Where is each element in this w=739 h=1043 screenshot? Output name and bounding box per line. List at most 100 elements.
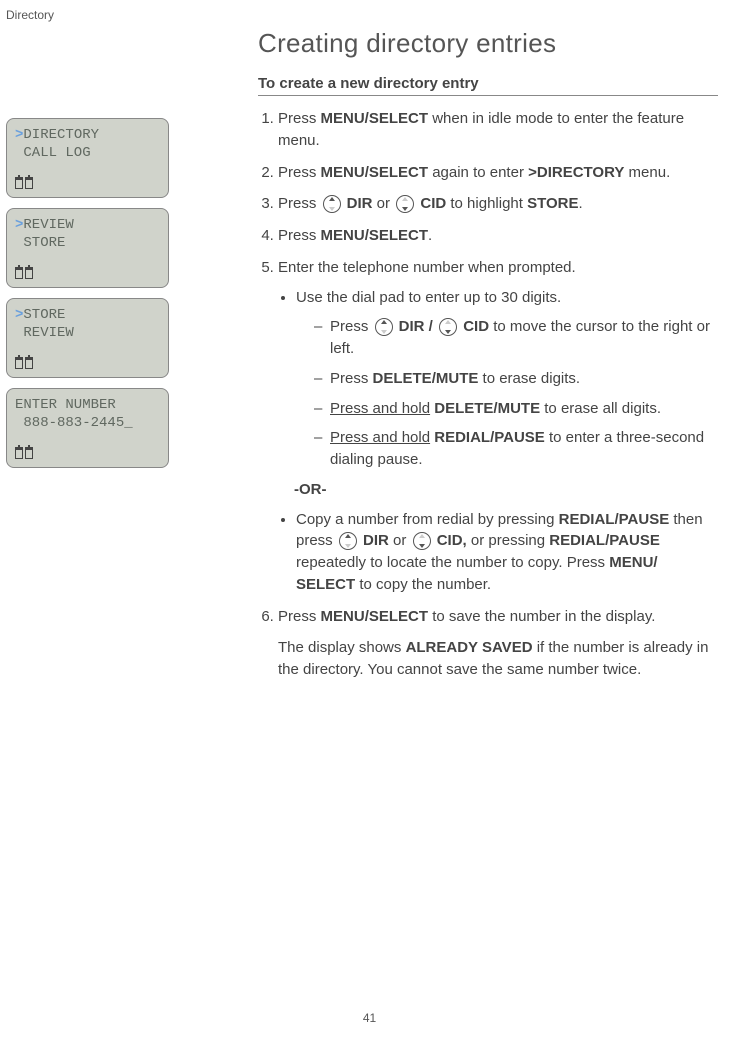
battery-icon [25,267,33,279]
lcd-line: STORE [23,307,65,323]
text-bold: CID [459,318,489,335]
step-3: Press DIR or CID to highlight STORE. [278,193,718,215]
text-bold: DIR [359,532,389,549]
text: Press [330,318,373,335]
bullet-redial: Copy a number from redial by pressing RE… [296,509,718,596]
lcd-screen-2: >REVIEW STORE [6,208,169,288]
text-bold: CID [416,195,446,212]
text-underline: Press and hold [330,400,430,417]
text-smallcaps: MENU [321,227,365,244]
text: . [428,227,432,244]
step-6: Press MENU/SELECT to save the number in … [278,606,718,681]
text-bold: /SELECT [365,164,428,181]
battery-icon [25,357,33,369]
battery-icon [15,177,23,189]
battery-icon [15,447,23,459]
text-bold: SELECT [296,576,355,593]
up-arrow-icon [323,195,341,213]
text: Enter the telephone number when prompted… [278,259,576,276]
text-bold: DIR / [395,318,438,335]
step-5: Enter the telephone number when prompted… [278,257,718,596]
text: or pressing [467,532,550,549]
text-bold: DELETE [430,400,493,417]
text-smallcaps: /PAUSE [614,511,669,528]
battery-icon [15,357,23,369]
battery-icon [15,267,23,279]
text: . [579,195,583,212]
dash-item: –Press and hold REDIAL/PAUSE to enter a … [314,427,718,471]
battery-icons [15,357,33,369]
text-smallcaps: /PAUSE [605,532,660,549]
text-bold: >DIRECTORY [528,164,624,181]
text: Copy a number from redial by pressing [296,511,559,528]
text: or [389,532,411,549]
lcd-screen-1: >DIRECTORY CALL LOG [6,118,169,198]
lcd-screens-column: >DIRECTORY CALL LOG >REVIEW STORE >STORE… [6,118,169,478]
text-smallcaps: REDIAL/ [430,429,494,446]
down-arrow-icon [396,195,414,213]
text-smallcaps: /MUTE [493,400,540,417]
down-arrow-icon [439,318,457,336]
instruction-list: Press MENU/SELECT when in idle mode to e… [258,108,718,681]
text-bold: CID, [433,532,467,549]
text-bold: /SELECT [365,227,428,244]
lcd-line: REVIEW [15,325,160,343]
text-bold: /SELECT [365,608,428,625]
text-bold: PAUSE [494,429,545,446]
dash-item: –Press DIR / CID to move the cursor to t… [314,316,718,360]
text-bold: DELETE [373,370,432,387]
text: to highlight [446,195,527,212]
text: to erase digits. [478,370,580,387]
text: Press [278,195,321,212]
battery-icons [15,447,33,459]
step-2: Press MENU/SELECT again to enter >DIRECT… [278,162,718,184]
text-smallcaps: /MUTE [432,370,479,387]
step-4: Press MENU/SELECT. [278,225,718,247]
or-label: -OR- [294,479,718,501]
battery-icons [15,267,33,279]
text: Press [278,608,321,625]
text: The display shows [278,639,406,656]
battery-icon [25,177,33,189]
lcd-line: DIRECTORY [23,127,99,143]
lcd-screen-4: ENTER NUMBER 888-883-2445_ [6,388,169,468]
battery-icons [15,177,33,189]
lcd-line: REVIEW [23,217,73,233]
text-bold: REDIAL [559,511,615,528]
section-header: Directory [6,8,54,22]
dash-item: –Press DELETE/MUTE to erase digits. [314,368,718,390]
text: Press [278,164,321,181]
lcd-line: STORE [15,235,160,253]
text-smallcaps: MENU [321,608,365,625]
text-bold: ALREADY SAVED [406,639,533,656]
text-underline: Press and hold [330,429,430,446]
text: menu. [624,164,670,181]
text-bold: DIR [343,195,373,212]
page-number: 41 [363,1011,376,1025]
text: repeatedly to locate the number to copy.… [296,554,609,571]
page-title: Creating directory entries [258,28,718,59]
battery-icon [25,447,33,459]
lcd-line: ENTER NUMBER [15,397,116,413]
text-smallcaps: MENU [321,164,365,181]
text: Press [278,227,321,244]
text-bold: REDIAL [549,532,605,549]
lcd-line: 888-883-2445_ [15,415,160,433]
up-arrow-icon [375,318,393,336]
subtitle: To create a new directory entry [258,75,718,96]
dash-item: –Press and hold DELETE/MUTE to erase all… [314,398,718,420]
main-content: Creating directory entries To create a n… [258,28,718,691]
text: to copy the number. [355,576,491,593]
lcd-line: CALL LOG [15,145,160,163]
text: again to enter [428,164,528,181]
text: to save the number in the display. [428,608,655,625]
up-arrow-icon [339,532,357,550]
text: to erase all digits. [540,400,661,417]
down-arrow-icon [413,532,431,550]
text: or [373,195,395,212]
bullet-dialpad: Use the dial pad to enter up to 30 digit… [296,287,718,501]
step-1: Press MENU/SELECT when in idle mode to e… [278,108,718,152]
text-smallcaps: MENU/ [609,554,657,571]
text: Press [330,370,373,387]
text: Use the dial pad to enter up to 30 digit… [296,289,561,306]
